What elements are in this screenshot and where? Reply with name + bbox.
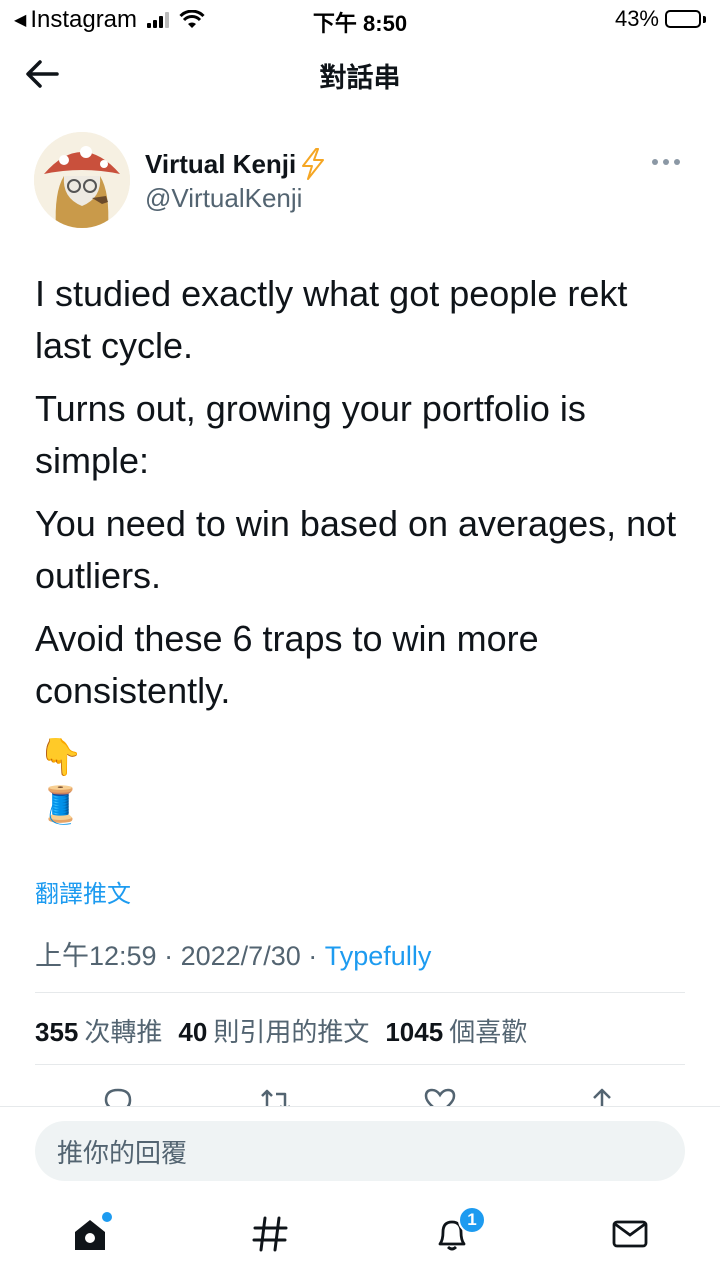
retweets-count: 355	[35, 1017, 79, 1047]
likes-stat[interactable]: 1045 個喜歡	[385, 1012, 527, 1049]
clock: 下午 8:50	[312, 11, 408, 36]
tweet-text: I studied exactly what got people rekt l…	[35, 268, 685, 728]
translate-tweet-link[interactable]: 翻譯推文	[35, 874, 131, 909]
battery-indicator: 43%	[615, 6, 706, 32]
author-avatar[interactable]	[34, 132, 130, 228]
envelope-icon	[612, 1220, 648, 1248]
heart-icon[interactable]	[422, 1086, 458, 1106]
home-new-dot	[102, 1212, 112, 1222]
mushroom-avatar-icon	[34, 132, 130, 228]
tweet-source-link[interactable]: Typefully	[325, 941, 432, 971]
share-icon[interactable]	[584, 1086, 620, 1106]
tweet-time: 上午12:59	[35, 941, 157, 971]
likes-count: 1045	[385, 1017, 444, 1047]
tweet-stats: 355 次轉推 40 則引用的推文 1045 個喜歡	[35, 1012, 527, 1049]
quotes-label: 則引用的推文	[213, 1017, 370, 1047]
tweet-date: 2022/7/30	[180, 941, 301, 971]
battery-tip	[703, 15, 706, 23]
notifications-badge: 1	[458, 1206, 486, 1234]
retweets-label: 次轉推	[84, 1017, 163, 1047]
divider	[35, 1064, 685, 1065]
more-dot-icon	[652, 159, 658, 165]
more-dot-icon	[674, 159, 680, 165]
tweet-meta: 上午12:59 · 2022/7/30 · Typefully	[35, 934, 431, 973]
tweet-paragraph: Turns out, growing your portfolio is sim…	[35, 388, 586, 481]
hashtag-icon	[252, 1216, 288, 1252]
reply-icon[interactable]	[100, 1086, 136, 1106]
retweet-icon[interactable]	[258, 1086, 294, 1106]
more-dot-icon	[663, 159, 669, 165]
meta-separator: ·	[308, 941, 318, 971]
nav-header: 對話串	[0, 36, 720, 112]
tab-messages[interactable]	[606, 1210, 654, 1258]
quotes-count: 40	[178, 1017, 208, 1047]
author-handle[interactable]: @VirtualKenji	[145, 183, 302, 214]
likes-label: 個喜歡	[449, 1017, 528, 1047]
thread-spool-emoji: 🧵	[38, 784, 83, 825]
tweet-actions	[0, 1078, 720, 1106]
reply-bar: 推你的回覆	[0, 1106, 720, 1196]
page-title: 對話串	[319, 63, 401, 93]
tweet-paragraph: I studied exactly what got people rekt l…	[35, 273, 628, 366]
battery-icon	[665, 10, 701, 28]
quotes-stat[interactable]: 40 則引用的推文	[178, 1012, 369, 1049]
tweet-paragraph: Avoid these 6 traps to win more consiste…	[35, 618, 539, 711]
tweet-paragraph: You need to win based on averages, not o…	[35, 503, 677, 596]
retweets-stat[interactable]: 355 次轉推	[35, 1012, 162, 1049]
author-name[interactable]: Virtual Kenji	[145, 148, 326, 180]
more-options-button[interactable]	[652, 152, 684, 172]
status-bar: ◀ Instagram 下午 8:50 43%	[0, 0, 720, 36]
lightning-icon	[302, 148, 325, 180]
pointing-down-emoji: 👇	[38, 736, 83, 777]
author-name-text: Virtual Kenji	[145, 148, 297, 179]
tab-explore[interactable]	[246, 1210, 294, 1258]
reply-input[interactable]: 推你的回覆	[35, 1121, 685, 1181]
tab-bar: 1	[0, 1196, 720, 1280]
battery-percent: 43%	[614, 6, 659, 31]
tab-notifications[interactable]: 1	[428, 1206, 486, 1258]
tab-home[interactable]	[66, 1210, 114, 1258]
divider	[35, 992, 685, 993]
meta-separator: ·	[164, 941, 174, 971]
